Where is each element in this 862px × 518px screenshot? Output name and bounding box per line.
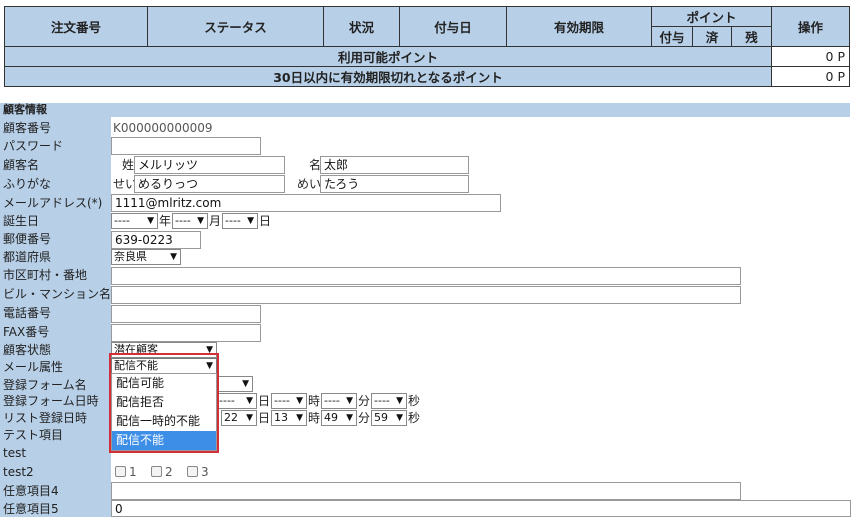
- last-name-prefix: 姓: [122, 158, 135, 172]
- expiring-points-value: 0 P: [771, 66, 851, 87]
- list-sec-select[interactable]: 59 ▼: [371, 410, 407, 426]
- test2-option-2: 2: [165, 465, 173, 479]
- header-expiry: 有効期限: [506, 6, 652, 47]
- list-sec-unit: 秒: [408, 411, 421, 425]
- birth-day-select[interactable]: ---- ▼: [222, 213, 258, 229]
- birth-month-select[interactable]: ---- ▼: [172, 213, 208, 229]
- available-points-label: 利用可能ポイント: [3, 46, 773, 67]
- day-unit: 日: [259, 214, 272, 228]
- list-hour-unit: 時: [308, 411, 321, 425]
- optional5-input[interactable]: 0: [111, 500, 851, 517]
- header-order-no: 注文番号: [4, 6, 148, 47]
- test2-checkbox-1[interactable]: [115, 466, 126, 477]
- triangle-down-icon: ▼: [296, 396, 303, 406]
- highlight-box: [109, 353, 219, 453]
- reg-hour-unit: 時: [308, 394, 321, 408]
- header-points-used: 済: [692, 26, 732, 47]
- reg-form-day-select[interactable]: ---- ▼: [217, 393, 257, 409]
- label-email: メールアドレス(*): [3, 196, 103, 210]
- reg-form-min-select[interactable]: ---- ▼: [321, 393, 357, 409]
- year-unit: 年: [159, 214, 172, 228]
- header-points-grant: 付与: [651, 26, 693, 47]
- available-points-value: 0 P: [771, 46, 851, 67]
- header-status: ステータス: [147, 6, 324, 47]
- fax-input[interactable]: [111, 324, 261, 342]
- label-birthday: 誕生日: [3, 214, 40, 228]
- reg-day-unit: 日: [258, 394, 271, 408]
- points-table: 注文番号 ステータス 状況 付与日 有効期限 ポイント 操作 付与 済 残 利用…: [3, 6, 851, 87]
- reg-form-sec-select[interactable]: ---- ▼: [371, 393, 407, 409]
- triangle-down-icon: ▼: [246, 396, 253, 406]
- label-name: 顧客名: [3, 158, 40, 172]
- triangle-down-icon: ▼: [296, 413, 303, 423]
- label-password: パスワード: [3, 139, 64, 153]
- triangle-down-icon: ▼: [346, 396, 353, 406]
- label-zip: 郵便番号: [3, 232, 52, 246]
- label-reg-form-datetime: 登録フォーム日時: [3, 394, 99, 408]
- label-mail-attr: メール属性: [3, 360, 64, 374]
- kana-last-input[interactable]: めるりっつ: [134, 175, 285, 193]
- header-points: ポイント: [650, 6, 773, 27]
- first-name-input[interactable]: 太郎: [320, 156, 469, 174]
- list-min-select[interactable]: 49 ▼: [321, 410, 357, 426]
- test2-checkbox-3[interactable]: [187, 466, 198, 477]
- email-input[interactable]: 1111@mlritz.com: [111, 194, 501, 212]
- list-day-unit: 日: [258, 411, 271, 425]
- customer-no-value: K000000000009: [113, 121, 213, 135]
- label-test-item: テスト項目: [3, 428, 64, 442]
- reg-min-unit: 分: [358, 394, 371, 408]
- label-city: 市区町村・番地: [3, 268, 88, 282]
- header-grant-date: 付与日: [399, 6, 507, 47]
- expiring-points-label: 30日以内に有効期限切れとなるポイント: [3, 66, 773, 87]
- optional4-input[interactable]: [111, 482, 741, 500]
- label-customer-no: 顧客番号: [3, 121, 52, 135]
- label-prefecture: 都道府県: [3, 250, 52, 264]
- list-hour-select[interactable]: 13 ▼: [271, 410, 307, 426]
- birth-year-select[interactable]: ---- ▼: [111, 213, 158, 229]
- zip-input[interactable]: 639-0223: [111, 231, 201, 249]
- month-unit: 月: [209, 214, 222, 228]
- label-customer-state: 顧客状態: [3, 343, 52, 357]
- building-input[interactable]: [111, 286, 741, 304]
- triangle-down-icon: ▼: [170, 252, 177, 262]
- label-phone: 電話番号: [3, 306, 52, 320]
- header-condition: 状況: [323, 6, 400, 47]
- label-optional5: 任意項目5: [3, 502, 59, 516]
- phone-input[interactable]: [111, 305, 261, 323]
- label-kana: ふりがな: [3, 177, 52, 191]
- triangle-down-icon: ▼: [247, 216, 254, 226]
- test2-option-3: 3: [201, 465, 209, 479]
- label-building: ビル・マンション名: [3, 287, 112, 301]
- kana-first-input[interactable]: たろう: [320, 175, 469, 193]
- triangle-down-icon: ▼: [396, 396, 403, 406]
- triangle-down-icon: ▼: [246, 413, 253, 423]
- test2-option-1: 1: [129, 465, 137, 479]
- label-fax: FAX番号: [3, 325, 50, 339]
- prefecture-select[interactable]: 奈良県 ▼: [111, 249, 181, 265]
- section-title: 顧客情報: [0, 103, 850, 117]
- triangle-down-icon: ▼: [346, 413, 353, 423]
- reg-form-hour-select[interactable]: ---- ▼: [271, 393, 307, 409]
- city-input[interactable]: [111, 267, 741, 285]
- triangle-down-icon: ▼: [147, 216, 154, 226]
- list-day-select[interactable]: 22 ▼: [221, 410, 257, 426]
- reg-form-name-select[interactable]: ▼: [217, 376, 253, 392]
- triangle-down-icon: ▼: [197, 216, 204, 226]
- password-input[interactable]: [111, 137, 261, 155]
- header-points-remaining: 残: [730, 26, 773, 47]
- kana-first-prefix: めい: [297, 177, 322, 191]
- triangle-down-icon: ▼: [396, 413, 403, 423]
- test2-checkbox-2[interactable]: [151, 466, 162, 477]
- header-operation: 操作: [771, 6, 851, 47]
- reg-sec-unit: 秒: [408, 394, 421, 408]
- label-test: test: [3, 446, 27, 460]
- label-optional4: 任意項目4: [3, 484, 59, 498]
- last-name-input[interactable]: メルリッツ: [134, 156, 285, 174]
- triangle-down-icon: ▼: [242, 379, 249, 389]
- label-list-reg-datetime: リスト登録日時: [3, 411, 88, 425]
- label-test2: test2: [3, 465, 34, 479]
- list-min-unit: 分: [358, 411, 371, 425]
